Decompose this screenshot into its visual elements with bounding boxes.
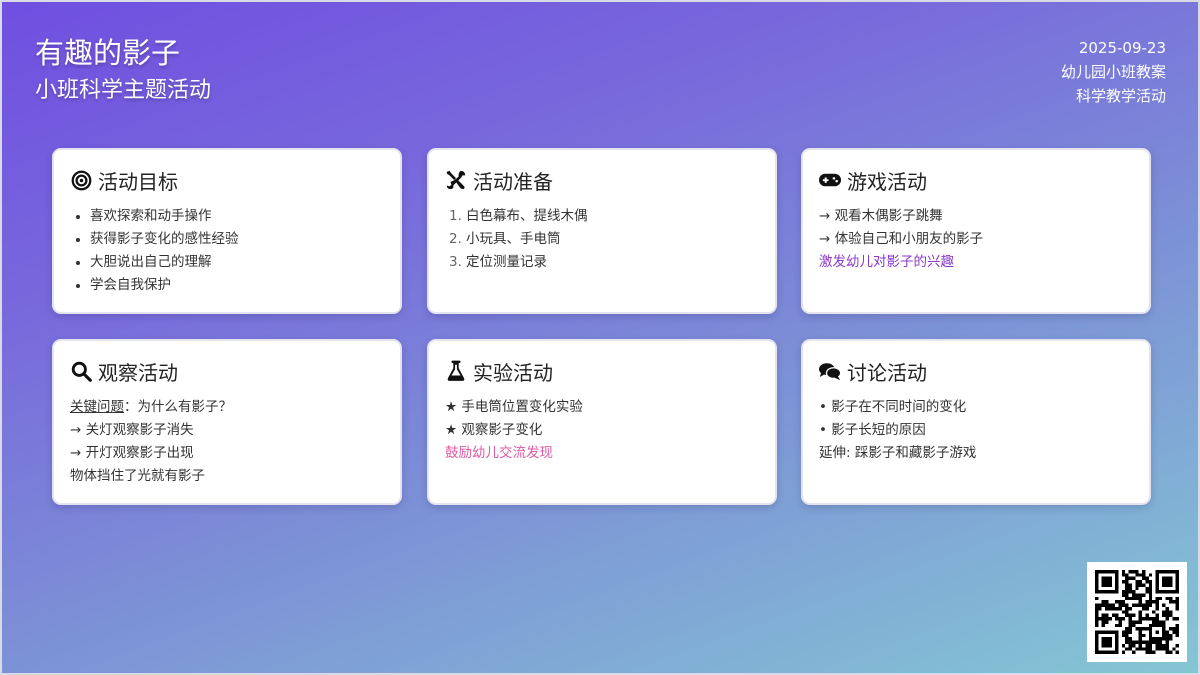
card-experiment: 实验活动 ★ 手电筒位置变化实验 ★ 观察影子变化 鼓励幼儿交流发现: [427, 339, 777, 505]
card-title: 游戏活动: [847, 169, 927, 194]
flask-icon: [445, 360, 467, 382]
card-title: 讨论活动: [847, 360, 927, 385]
date-text: 2025-09-23: [1078, 39, 1166, 57]
card-prep: 活动准备 1. 白色幕布、提线木偶 2. 小玩具、手电筒 3. 定位测量记录: [427, 148, 777, 314]
list-item: 学会自我保护: [74, 274, 384, 297]
text-line: ★ 观察影子变化: [445, 422, 543, 438]
card-title: 活动目标: [98, 169, 178, 194]
item-text: 小玩具、手电筒: [466, 231, 561, 247]
key-question-text: ：为什么有影子？: [124, 399, 232, 415]
text-line: 物体挡住了光就有影子: [70, 468, 205, 484]
card-observe: 观察活动 关键问题：为什么有影子？ → 关灯观察影子消失 → 开灯观察影子出现 …: [52, 339, 402, 505]
qr-code-icon: [1087, 562, 1187, 662]
card-goals: 活动目标 喜欢探索和动手操作 获得影子变化的感性经验 大胆说出自己的理解 学会自…: [52, 148, 402, 314]
item-number: 2.: [449, 231, 462, 247]
gamepad-icon: [819, 169, 841, 191]
item-number: 3.: [449, 254, 462, 270]
card-game: 游戏活动 → 观看木偶影子跳舞 → 体验自己和小朋友的影子 激发幼儿对影子的兴趣: [801, 148, 1151, 314]
highlight-text: 激发幼儿对影子的兴趣: [819, 254, 954, 270]
text-line: → 关灯观察影子消失: [70, 422, 194, 438]
card-title: 活动准备: [473, 169, 553, 194]
text-line: • 影子长短的原因: [819, 422, 926, 438]
target-icon: [70, 169, 92, 191]
text-line: → 开灯观察影子出现: [70, 445, 194, 461]
text-line: → 观看木偶影子跳舞: [819, 208, 943, 224]
key-question-label: 关键问题: [70, 399, 124, 415]
item-number: 1.: [449, 208, 462, 224]
meta-line-1: 幼儿园小班教案: [1060, 63, 1166, 81]
item-text: 白色幕布、提线木偶: [466, 208, 588, 224]
highlight-text: 鼓励幼儿交流发现: [445, 445, 553, 461]
text-line: ★ 手电筒位置变化实验: [445, 399, 583, 415]
list-item: 获得影子变化的感性经验: [74, 228, 384, 251]
tools-icon: [445, 169, 467, 191]
list-item: 3. 定位测量记录: [449, 251, 759, 274]
text-line: • 影子在不同时间的变化: [819, 399, 967, 415]
card-discuss: 讨论活动 • 影子在不同时间的变化 • 影子长短的原因 延伸: 踩影子和藏影子游…: [801, 339, 1151, 505]
page-title: 有趣的影子: [35, 36, 181, 70]
item-text: 定位测量记录: [466, 254, 547, 270]
comments-icon: [819, 360, 841, 382]
key-question-line: 关键问题：为什么有影子？: [70, 396, 384, 419]
card-title: 实验活动: [473, 360, 553, 385]
search-icon: [70, 360, 92, 382]
card-title: 观察活动: [98, 360, 178, 385]
slide-frame: 有趣的影子 小班科学主题活动 2025-09-23 幼儿园小班教案 科学教学活动…: [0, 0, 1200, 675]
title-block: 有趣的影子 小班科学主题活动: [35, 34, 211, 106]
meta-line-2: 科学教学活动: [1075, 87, 1166, 105]
list-item: 2. 小玩具、手电筒: [449, 228, 759, 251]
list-item: 喜欢探索和动手操作: [74, 205, 384, 228]
page-subtitle: 小班科学主题活动: [35, 78, 212, 103]
text-line: 延伸: 踩影子和藏影子游戏: [819, 445, 977, 461]
text-line: → 体验自己和小朋友的影子: [819, 231, 984, 247]
list-item: 大胆说出自己的理解: [74, 251, 384, 274]
meta-block: 2025-09-23 幼儿园小班教案 科学教学活动: [1061, 36, 1166, 108]
list-item: 1. 白色幕布、提线木偶: [449, 205, 759, 228]
